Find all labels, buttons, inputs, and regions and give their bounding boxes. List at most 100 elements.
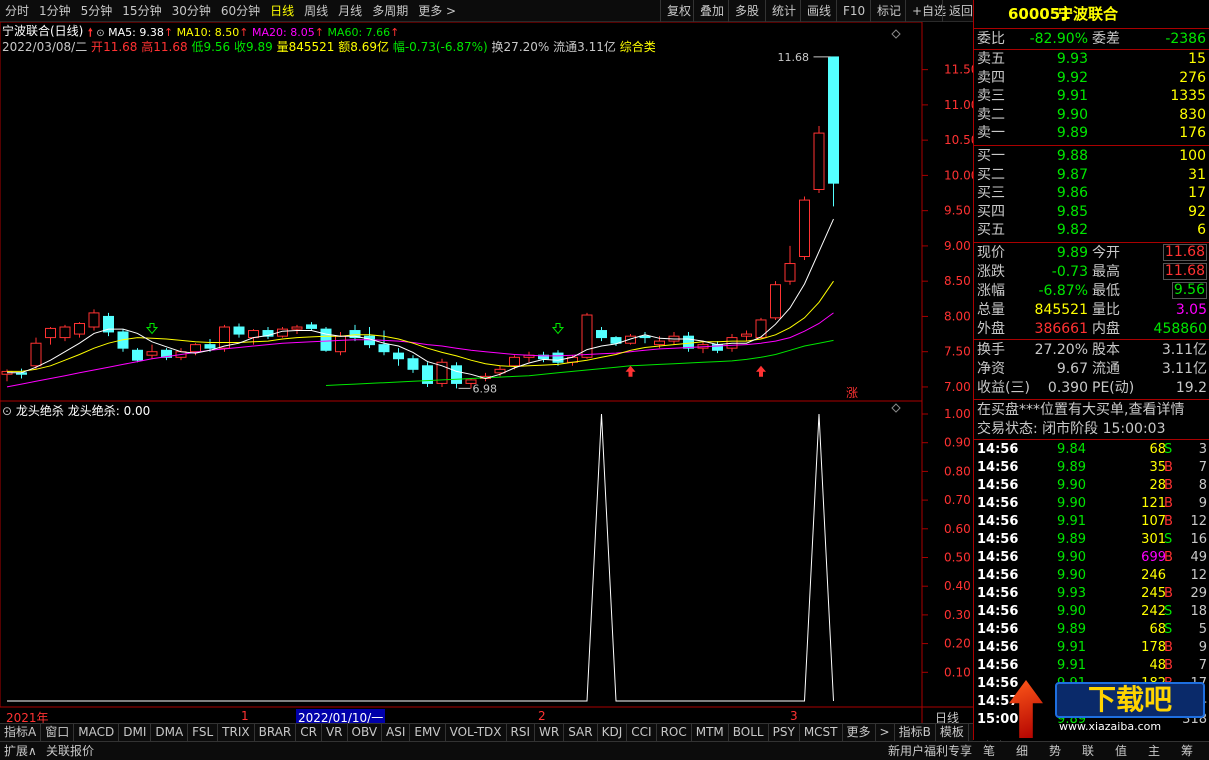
indicator-tab-8[interactable]: CR <box>296 724 322 741</box>
ask-row[interactable]: 卖二 9.90 830 <box>974 106 1209 124</box>
period-tab-2[interactable]: 5分钟 <box>76 0 118 22</box>
toolbar-button-3[interactable]: 统计 <box>765 0 802 22</box>
candle-body[interactable] <box>45 327 56 339</box>
indicator-tab-9[interactable]: VR <box>322 724 348 741</box>
candle-body[interactable] <box>132 349 143 361</box>
candle-body[interactable] <box>755 319 767 339</box>
indicator-tab-24[interactable]: 更多 <box>843 724 876 741</box>
bid-row[interactable]: 买四 9.85 92 <box>974 203 1209 221</box>
toolbar-button-6[interactable]: 标记 <box>870 0 907 22</box>
indicator-tab-19[interactable]: ROC <box>657 724 692 741</box>
candle-body[interactable] <box>233 326 245 335</box>
ask-row[interactable]: 卖三 9.91 1335 <box>974 87 1209 105</box>
toolbar-button-0[interactable]: 复权 <box>660 0 697 22</box>
indicator-tab-26[interactable]: 指标B <box>895 724 936 741</box>
candle-body[interactable] <box>741 333 752 337</box>
candle-body[interactable] <box>306 324 317 329</box>
candle-body[interactable] <box>393 352 404 360</box>
panel-tab-2[interactable]: 势 <box>1049 742 1061 760</box>
indicator-tab-27[interactable]: 模板 <box>936 724 969 741</box>
toolbar-button-4[interactable]: 画线 <box>800 0 837 22</box>
period-tab-0[interactable]: 分时 <box>0 0 34 22</box>
panel-tab-6[interactable]: 筹 <box>1181 742 1193 760</box>
indicator-tab-25[interactable]: > <box>876 724 895 741</box>
period-tab-7[interactable]: 周线 <box>299 0 333 22</box>
candle-body[interactable] <box>190 344 201 353</box>
diamond-icon[interactable] <box>891 29 901 39</box>
indicator-tab-1[interactable]: 窗口 <box>41 724 75 741</box>
indicator-tab-7[interactable]: BRAR <box>255 724 297 741</box>
indicator-tab-2[interactable]: MACD <box>74 724 120 741</box>
ask-row[interactable]: 卖一 9.89 176 <box>974 124 1209 142</box>
panel-tab-4[interactable]: 值 <box>1115 742 1127 760</box>
candle-body[interactable] <box>813 132 825 191</box>
period-tab-1[interactable]: 1分钟 <box>34 0 76 22</box>
indicator-tab-15[interactable]: WR <box>535 724 565 741</box>
candle-body[interactable] <box>74 322 85 335</box>
candle-body[interactable] <box>770 284 781 319</box>
candle-body[interactable] <box>639 335 651 339</box>
period-tab-6[interactable]: 日线 <box>265 0 299 22</box>
candle-body[interactable] <box>552 352 564 363</box>
indicator-tab-23[interactable]: MCST <box>800 724 843 741</box>
panel-tab-3[interactable]: 联 <box>1082 742 1094 760</box>
indicator-tab-13[interactable]: VOL-TDX <box>446 724 507 741</box>
candle-body[interactable] <box>828 56 839 184</box>
indicator-tab-14[interactable]: RSI <box>507 724 536 741</box>
candle-body[interactable] <box>291 326 303 330</box>
indicator-tab-4[interactable]: DMA <box>151 724 189 741</box>
indicator-tab-5[interactable]: FSL <box>188 724 219 741</box>
indicator-tab-18[interactable]: CCI <box>627 724 657 741</box>
panel-tab-5[interactable]: 主 <box>1148 742 1160 760</box>
indicator-tab-16[interactable]: SAR <box>564 724 598 741</box>
period-tab-3[interactable]: 15分钟 <box>117 0 166 22</box>
indicator-tab-12[interactable]: EMV <box>410 724 446 741</box>
candle-body[interactable] <box>248 330 259 339</box>
indicator-tab-11[interactable]: ASI <box>382 724 411 741</box>
bid-row[interactable]: 买一 9.88 100 <box>974 147 1209 165</box>
panel-tab-1[interactable]: 细 <box>1016 742 1028 760</box>
period-tab-4[interactable]: 30分钟 <box>167 0 216 22</box>
indicator-tab-6[interactable]: TRIX <box>218 724 255 741</box>
candle-body[interactable] <box>378 344 390 353</box>
candle-body[interactable] <box>320 328 332 351</box>
toolbar-button-2[interactable]: 多股 <box>728 0 765 22</box>
candle-body[interactable] <box>407 358 419 370</box>
expand-button[interactable]: 扩展∧ <box>4 742 37 760</box>
candle-body[interactable] <box>335 335 346 353</box>
indicator-tab-3[interactable]: DMI <box>119 724 152 741</box>
period-tab-5[interactable]: 60分钟 <box>216 0 265 22</box>
related-quote-button[interactable]: 关联报价 <box>46 742 94 760</box>
indicator-collapse-icon[interactable]: ⊙ <box>2 404 12 418</box>
candle-body[interactable] <box>654 340 665 346</box>
candle-body[interactable] <box>59 326 71 339</box>
toolbar-button-1[interactable]: 叠加 <box>693 0 730 22</box>
indicator-tab-20[interactable]: MTM <box>692 724 729 741</box>
indicator-tab-17[interactable]: KDJ <box>598 724 628 741</box>
candle-body[interactable] <box>799 199 810 257</box>
candle-body[interactable] <box>146 351 158 356</box>
indicator-tab-10[interactable]: OBV <box>348 724 383 741</box>
candle-body[interactable] <box>784 263 796 282</box>
diamond-icon[interactable] <box>891 403 901 413</box>
panel-tab-0[interactable]: 笔 <box>983 742 995 760</box>
period-tab-8[interactable]: 月线 <box>333 0 367 22</box>
candle-body[interactable] <box>88 312 100 328</box>
candle-body[interactable] <box>509 356 520 367</box>
bid-row[interactable]: 买五 9.82 6 <box>974 221 1209 239</box>
period-tab-9[interactable]: 多周期 <box>367 0 413 22</box>
bid-row[interactable]: 买二 9.87 31 <box>974 166 1209 184</box>
candle-body[interactable] <box>683 335 694 349</box>
candle-body[interactable] <box>204 344 216 349</box>
period-tab-10[interactable]: 更多 > <box>413 0 461 22</box>
indicator-tab-21[interactable]: BOLL <box>729 724 769 741</box>
promo-link[interactable]: 新用户福利专享 <box>888 742 972 760</box>
bid-row[interactable]: 买三 9.86 17 <box>974 184 1209 202</box>
toolbar-button-5[interactable]: F10 <box>836 0 871 22</box>
big-order-notice[interactable]: 在买盘***位置有大买单,查看详情 <box>974 401 1209 419</box>
kline-chart[interactable]: 11.5011.0010.5010.009.509.008.508.007.50… <box>0 22 973 723</box>
candle-body[interactable] <box>596 330 607 339</box>
ask-row[interactable]: 卖五 9.93 15 <box>974 50 1209 68</box>
ma-collapse-icon[interactable]: ⊙ <box>96 28 104 39</box>
ask-row[interactable]: 卖四 9.92 276 <box>974 69 1209 87</box>
